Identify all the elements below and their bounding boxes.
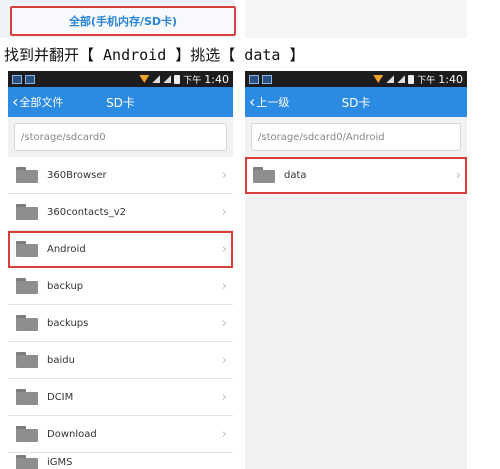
chevron-right-icon: › [221,242,227,257]
status-am-pm: 下午 [417,75,436,86]
list-item-android[interactable]: Android › [8,231,233,268]
folder-name: 360Browser [47,169,107,181]
folder-icon [16,389,38,405]
list-item-data[interactable]: data › [245,157,467,194]
path-text: /storage/sdcard0 [21,131,106,143]
storage-tab-label: 全部(手机内存/SD卡) [68,15,178,28]
status-bar: 下午 1:40 [8,71,233,87]
status-bar: 下午 1:40 [245,71,467,87]
chevron-right-icon: › [221,279,227,294]
list-item[interactable]: baidu › [8,342,233,379]
folder-name: backups [47,317,89,329]
file-list: data › [245,157,467,194]
notification-icon [249,74,259,84]
folder-name: DCIM [47,391,74,403]
folder-icon [16,426,38,442]
folder-icon [16,315,38,331]
list-item[interactable]: backup › [8,268,233,305]
folder-icon [16,352,38,368]
list-item[interactable]: iGMS [8,453,233,469]
wifi-icon [139,75,150,83]
signal-icon [397,75,406,83]
list-item[interactable]: 360Browser › [8,157,233,194]
status-clock: 1:40 [204,72,229,86]
instruction-text: 找到并翻开【 Android 】挑选【 data 】 [4,46,305,64]
storage-tab-bar: 全部(手机内存/SD卡) [0,0,236,38]
chevron-right-icon: › [221,168,227,183]
app-header: ‹ 全部文件 SD卡 [8,87,233,117]
signal-icon [163,75,172,83]
folder-name: Android [47,243,86,255]
wifi-icon [373,75,384,83]
status-am-pm: 下午 [183,75,202,86]
file-list: 360Browser › 360contacts_v2 › Android › … [8,157,233,469]
left-phone-screen: 下午 1:40 ‹ 全部文件 SD卡 /storage/sdcard0 360B… [8,71,233,469]
list-item[interactable]: 360contacts_v2 › [8,194,233,231]
battery-icon [174,74,181,84]
chevron-right-icon: › [455,168,461,183]
chevron-right-icon: › [221,427,227,442]
path-text: /storage/sdcard0/Android [258,131,385,143]
page-title: SD卡 [341,95,371,110]
notification-icon [12,74,22,84]
folder-icon [253,167,275,183]
folder-icon [16,278,38,294]
list-item[interactable]: DCIM › [8,379,233,416]
right-phone-screen: 下午 1:40 ‹ 上一级 SD卡 /storage/sdcard0/Andro… [245,71,467,469]
folder-icon [16,241,38,257]
folder-icon [16,454,38,469]
folder-icon [16,167,38,183]
path-field[interactable]: /storage/sdcard0/Android [251,123,461,151]
signal-icon [152,75,161,83]
chevron-right-icon: › [221,316,227,331]
folder-name: 360contacts_v2 [47,206,126,218]
chevron-right-icon: › [221,390,227,405]
folder-name: data [284,169,307,181]
list-item[interactable]: Download › [8,416,233,453]
storage-tab-all[interactable]: 全部(手机内存/SD卡) [10,6,236,36]
image-icon [262,74,272,84]
folder-name: iGMS [47,457,73,468]
image-icon [25,74,35,84]
signal-icon [386,75,395,83]
battery-icon [408,74,415,84]
app-header: ‹ 上一级 SD卡 [245,87,467,117]
path-field[interactable]: /storage/sdcard0 [14,123,227,151]
folder-name: Download [47,428,97,440]
blank-panel [245,0,467,38]
folder-icon [16,204,38,220]
status-clock: 1:40 [438,72,463,86]
list-item[interactable]: backups › [8,305,233,342]
folder-name: baidu [47,354,75,366]
page-title: SD卡 [106,95,135,110]
folder-name: backup [47,280,84,292]
chevron-right-icon: › [221,353,227,368]
chevron-right-icon: › [221,205,227,220]
